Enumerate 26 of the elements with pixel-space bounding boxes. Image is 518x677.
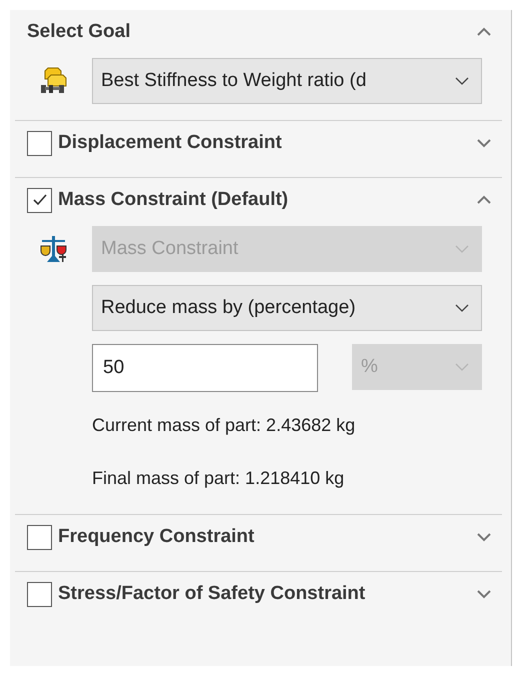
section-title[interactable]: Frequency Constraint — [58, 526, 470, 548]
section-title[interactable]: Stress/Factor of Safety Constraint — [58, 583, 470, 605]
checkbox[interactable] — [27, 188, 52, 212]
caret-icon — [455, 245, 469, 253]
dropdown[interactable]: Best Stiffness to Weight ratio (d — [92, 58, 482, 104]
dropdown[interactable]: Reduce mass by (percentage) — [92, 285, 482, 331]
caret-icon — [455, 363, 469, 371]
chevron-down-icon[interactable] — [476, 532, 492, 542]
mass-info-text: Current mass of part: 2.43682 kg — [92, 414, 356, 437]
chevron-down-icon[interactable] — [476, 589, 492, 599]
caret-icon — [455, 77, 469, 85]
input-field[interactable]: 50 — [92, 344, 318, 392]
section-title[interactable]: Mass Constraint (Default) — [58, 189, 470, 211]
section-title: Select Goal — [27, 21, 132, 43]
balance-scale-icon — [38, 234, 68, 264]
cubes-icon — [38, 66, 68, 94]
chevron-up-icon[interactable] — [476, 195, 492, 205]
checkbox[interactable] — [27, 130, 52, 156]
chevron-up-icon[interactable] — [476, 27, 492, 37]
mass-info-text: Final mass of part: 1.218410 kg — [92, 467, 346, 490]
chevron-down-icon[interactable] — [476, 138, 492, 148]
checkbox[interactable] — [27, 582, 52, 606]
section-title[interactable]: Displacement Constraint — [58, 132, 470, 154]
caret-icon — [455, 304, 469, 312]
checkmark-icon — [32, 193, 48, 207]
checkbox[interactable] — [27, 524, 52, 550]
